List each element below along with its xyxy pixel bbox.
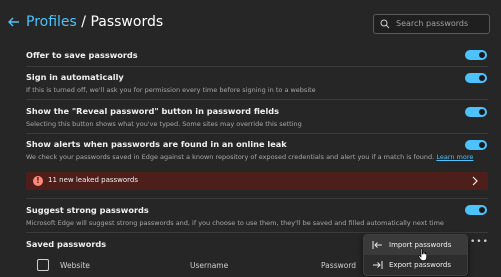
menu-item-export[interactable]: Export passwords	[364, 255, 467, 275]
column-username[interactable]: Username	[190, 261, 228, 270]
leaked-passwords-text: 11 new leaked passwords	[48, 176, 139, 184]
setting-alerts-description: We check your passwords saved in Edge ag…	[26, 153, 473, 161]
divider	[26, 133, 488, 134]
setting-alerts-label: Show alerts when passwords are found in …	[26, 139, 287, 149]
setting-reveal-description: Selecting this button shows what you've …	[26, 120, 302, 128]
setting-suggest-label: Suggest strong passwords	[26, 205, 149, 215]
hand-cursor-icon	[418, 248, 427, 261]
search-box[interactable]	[373, 14, 490, 34]
page-title-text: Passwords	[90, 14, 164, 30]
setting-reveal-label: Show the "Reveal password" button in pas…	[26, 106, 279, 116]
divider	[26, 66, 488, 67]
toggle-offer-save[interactable]	[465, 50, 487, 60]
setting-alerts-description-text: We check your passwords saved in Edge ag…	[26, 153, 435, 161]
arrow-left-icon[interactable]	[7, 15, 21, 29]
leaked-passwords-banner[interactable]: ! 11 new leaked passwords	[26, 172, 488, 190]
divider	[26, 99, 488, 100]
page-title: Profiles / Passwords	[26, 14, 163, 30]
select-all-checkbox[interactable]	[37, 259, 49, 271]
setting-suggest-description: Microsoft Edge will suggest strong passw…	[26, 219, 444, 227]
toggle-reveal[interactable]	[465, 107, 487, 117]
toggle-suggest[interactable]	[465, 205, 487, 215]
divider	[26, 232, 488, 233]
learn-more-link[interactable]: Learn more	[436, 153, 473, 161]
setting-sign-in-label: Sign in automatically	[26, 72, 124, 82]
menu-item-import[interactable]: Import passwords	[364, 235, 467, 255]
more-actions-menu: Import passwords Export passwords	[363, 234, 468, 276]
setting-offer-save-label: Offer to save passwords	[26, 50, 138, 60]
chevron-right-icon	[472, 176, 478, 186]
column-password[interactable]: Password	[321, 261, 356, 270]
toggle-sign-in[interactable]	[465, 73, 487, 83]
menu-item-export-label: Export passwords	[389, 261, 452, 269]
export-icon	[373, 261, 383, 269]
toggle-alerts[interactable]	[465, 140, 487, 150]
search-input[interactable]	[396, 16, 484, 31]
alert-icon: !	[33, 176, 43, 186]
import-icon	[372, 241, 382, 249]
breadcrumb-profiles[interactable]: Profiles	[26, 14, 77, 30]
more-horizontal-icon[interactable]: •••	[470, 237, 489, 247]
column-website[interactable]: Website	[60, 261, 90, 270]
divider	[26, 198, 488, 199]
breadcrumb-separator: /	[76, 14, 91, 30]
saved-passwords-heading: Saved passwords	[26, 239, 107, 249]
setting-sign-in-description: If this is turned off, we'll ask you for…	[26, 86, 316, 94]
search-icon	[380, 19, 390, 29]
